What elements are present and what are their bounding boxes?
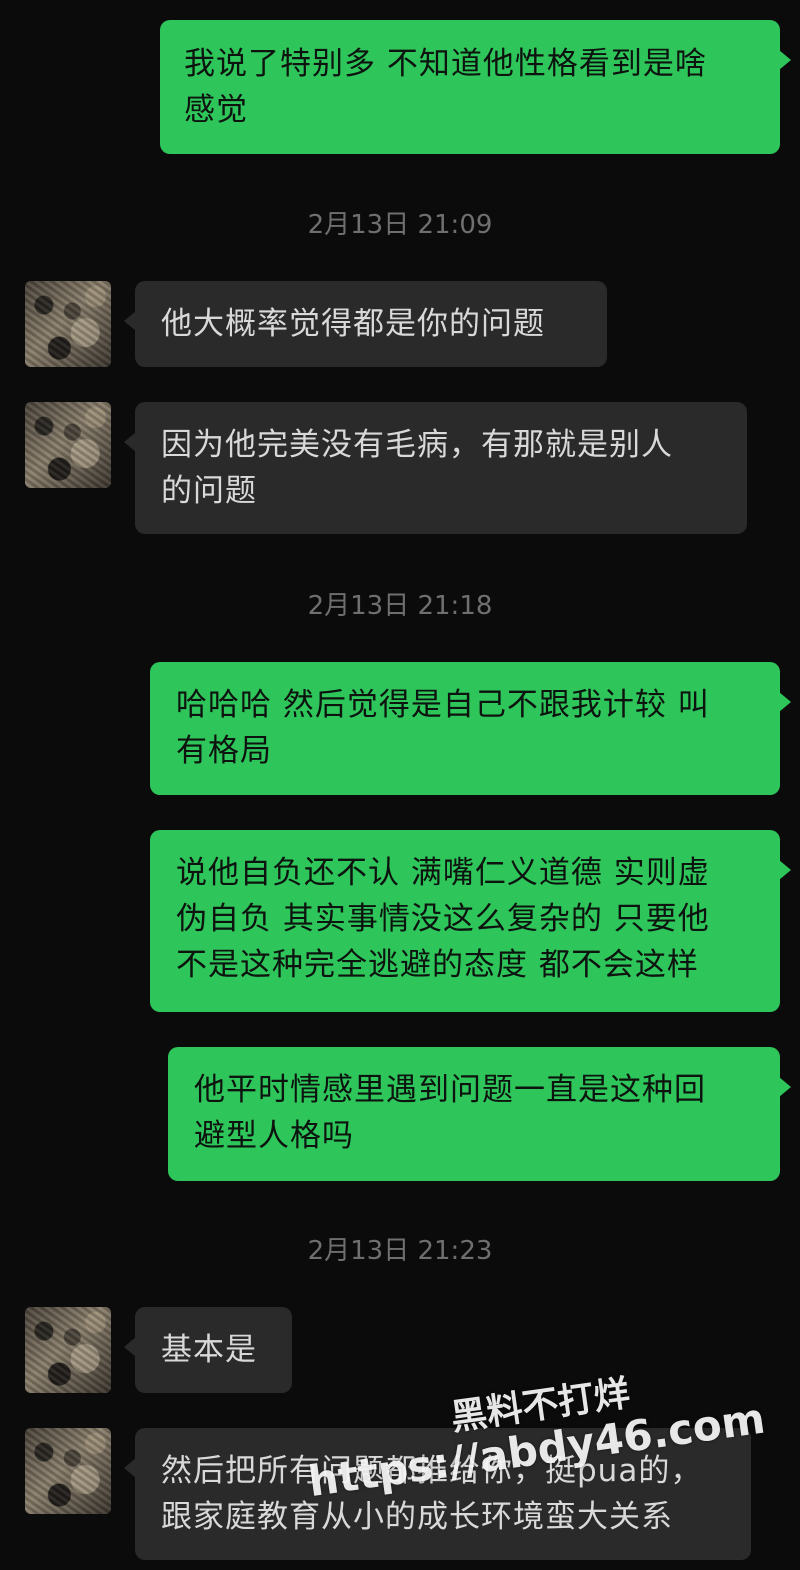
message-bubble-sent[interactable]: 哈哈哈 然后觉得是自己不跟我计较 叫 有格局 [150,662,791,795]
message-bubble-received[interactable]: 基本是 [124,1307,292,1393]
contact-avatar[interactable] [25,281,111,367]
message-bubble-received[interactable]: 因为他完美没有毛病，有那就是别人 的问题 [124,402,747,534]
message-bubble-sent[interactable]: 我说了特别多 不知道他性格看到是啥 感觉 [160,20,791,154]
timestamp: 2月13日 21:23 [307,1236,493,1266]
message-bubble-sent[interactable]: 说他自负还不认 满嘴仁义道德 实则虚 伪自负 其实事情没这么复杂的 只要他 不是… [150,830,791,1012]
contact-avatar[interactable] [25,402,111,488]
contact-avatar[interactable] [25,1428,111,1514]
message-bubble-sent[interactable]: 他平时情感里遇到问题一直是这种回 避型人格吗 [168,1047,791,1181]
timestamp: 2月13日 21:18 [307,591,493,621]
timestamp: 2月13日 21:09 [307,210,493,240]
watermark-title: 黑料不打烊 [448,1373,633,1439]
message-bubble-received[interactable]: 他大概率觉得都是你的问题 [124,281,607,367]
contact-avatar[interactable] [25,1307,111,1393]
message-bubble-received[interactable]: 然后把所有问题都推给你，挺pua的， 跟家庭教育从小的成长环境蛮大关系 [124,1428,751,1560]
